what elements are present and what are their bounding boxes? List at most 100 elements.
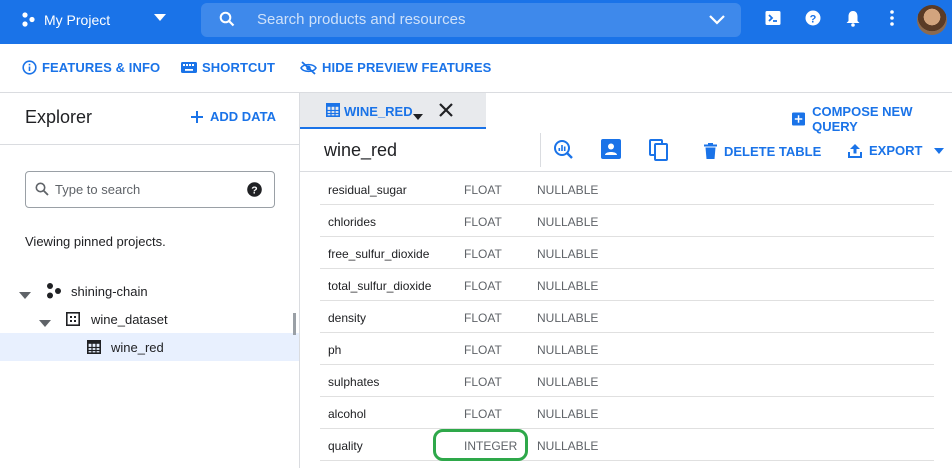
add-data-label: ADD DATA (210, 109, 276, 124)
tab-wine-red[interactable]: WINE_RED (300, 93, 486, 129)
field-mode: NULLABLE (537, 247, 599, 261)
scrollbar-thumb[interactable] (293, 313, 296, 335)
search-icon (35, 182, 49, 201)
project-dropdown-icon[interactable] (154, 14, 166, 21)
tab-label: WINE_RED (344, 104, 413, 119)
global-search-bar[interactable]: Search products and resources (201, 3, 741, 37)
explorer-panel: Explorer ADD DATA Type to search ? Viewi… (0, 93, 300, 468)
field-name: residual_sugar (328, 183, 407, 197)
table-name-title: wine_red (324, 140, 398, 160)
delete-table-label: DELETE TABLE (724, 143, 822, 159)
field-mode: NULLABLE (537, 407, 599, 421)
share-table-icon[interactable] (601, 139, 621, 164)
expand-arrow-icon[interactable] (19, 287, 31, 302)
svg-text:?: ? (251, 185, 257, 197)
field-type: FLOAT (464, 279, 502, 293)
upload-icon (848, 143, 862, 158)
explorer-title: Explorer (25, 107, 93, 127)
add-data-button[interactable]: ADD DATA (191, 109, 276, 124)
copy-table-icon[interactable] (649, 139, 669, 166)
table-row[interactable]: quality INTEGER NULLABLE (320, 429, 934, 461)
more-options-icon[interactable] (889, 10, 895, 31)
table-row[interactable]: chlorides FLOAT NULLABLE (320, 205, 934, 237)
keyboard-icon (181, 62, 197, 73)
field-type: FLOAT (464, 343, 502, 357)
project-icon (45, 282, 63, 303)
table-row[interactable]: ph FLOAT NULLABLE (320, 333, 934, 365)
field-type: FLOAT (464, 247, 502, 261)
export-dropdown-icon (934, 147, 945, 154)
notifications-icon[interactable] (845, 10, 861, 32)
dataset-icon (66, 312, 80, 329)
feature-toolbar: FEATURES & INFO SHORTCUT HIDE PREVIEW FE… (0, 44, 952, 93)
field-name: sulphates (328, 375, 380, 389)
field-name: quality (328, 439, 363, 453)
divider (540, 133, 541, 167)
chevron-down-icon[interactable] (709, 12, 725, 30)
table-row[interactable]: sulphates FLOAT NULLABLE (320, 365, 934, 397)
tree-item-label: wine_dataset (91, 311, 168, 327)
query-table-icon[interactable] (553, 139, 573, 164)
top-app-bar: My Project Search products and resources… (0, 0, 952, 44)
field-type: FLOAT (464, 407, 502, 421)
field-type: FLOAT (464, 311, 502, 325)
field-name: chlorides (328, 215, 377, 229)
project-selector[interactable]: My Project (20, 0, 110, 40)
user-avatar[interactable] (917, 5, 947, 35)
field-name: free_sulfur_dioxide (328, 247, 430, 261)
field-name: ph (328, 343, 342, 357)
field-type: FLOAT (464, 183, 502, 197)
shortcut-label: SHORTCUT (202, 60, 276, 75)
project-name: My Project (44, 12, 111, 28)
search-icon (219, 11, 235, 32)
info-icon (22, 60, 37, 75)
export-button[interactable]: EXPORT (848, 143, 945, 158)
field-name: alcohol (328, 407, 367, 421)
search-placeholder: Search products and resources (257, 11, 466, 28)
tab-strip: WINE_RED COMPOSE NEW QUERY (300, 93, 952, 134)
table-row[interactable]: residual_sugar FLOAT NULLABLE (320, 173, 934, 205)
table-row[interactable]: density FLOAT NULLABLE (320, 301, 934, 333)
svg-text:?: ? (810, 13, 817, 25)
add-box-icon (792, 112, 806, 126)
features-info-label: FEATURES & INFO (42, 60, 161, 75)
divider (0, 144, 299, 145)
field-mode: NULLABLE (537, 183, 599, 197)
hide-preview-label: HIDE PREVIEW FEATURES (322, 60, 492, 75)
field-mode: NULLABLE (537, 375, 599, 389)
help-icon[interactable]: ? (247, 182, 262, 202)
features-info-button[interactable]: FEATURES & INFO (22, 60, 160, 75)
help-icon[interactable]: ? (805, 10, 821, 31)
trash-icon (704, 143, 717, 159)
table-row[interactable]: free_sulfur_dioxide FLOAT NULLABLE (320, 237, 934, 269)
highlight-annotation (433, 429, 528, 461)
hide-preview-button[interactable]: HIDE PREVIEW FEATURES (300, 60, 491, 75)
delete-table-button[interactable]: DELETE TABLE (704, 143, 821, 159)
tab-menu-dropdown-icon[interactable] (413, 107, 423, 125)
tree-item-dataset[interactable]: wine_dataset (0, 305, 299, 333)
table-icon (326, 103, 340, 122)
table-icon (87, 340, 101, 357)
tree-item-project[interactable]: shining-chain (0, 277, 299, 305)
tree-item-label: shining-chain (71, 283, 148, 299)
cloud-shell-icon[interactable] (765, 10, 781, 31)
field-mode: NULLABLE (537, 215, 599, 229)
visibility-off-icon (300, 60, 317, 75)
shortcut-button[interactable]: SHORTCUT (181, 60, 275, 75)
plus-icon (191, 110, 203, 123)
field-mode: NULLABLE (537, 439, 599, 453)
schema-table: residual_sugar FLOAT NULLABLE chlorides FLOA… (320, 173, 934, 461)
tree-item-table[interactable]: wine_red (0, 333, 299, 361)
field-name: total_sulfur_dioxide (328, 279, 432, 293)
field-mode: NULLABLE (537, 343, 599, 357)
table-row[interactable]: total_sulfur_dioxide FLOAT NULLABLE (320, 269, 934, 301)
table-row[interactable]: alcohol FLOAT NULLABLE (320, 397, 934, 429)
tree-item-label: wine_red (111, 339, 164, 355)
field-name: density (328, 311, 367, 325)
close-icon[interactable] (438, 102, 454, 123)
expand-arrow-icon[interactable] (39, 315, 51, 330)
field-mode: NULLABLE (537, 279, 599, 293)
explorer-search-placeholder: Type to search (55, 182, 141, 197)
explorer-search-input[interactable]: Type to search ? (25, 171, 275, 208)
pinned-projects-text: Viewing pinned projects. (25, 234, 166, 249)
